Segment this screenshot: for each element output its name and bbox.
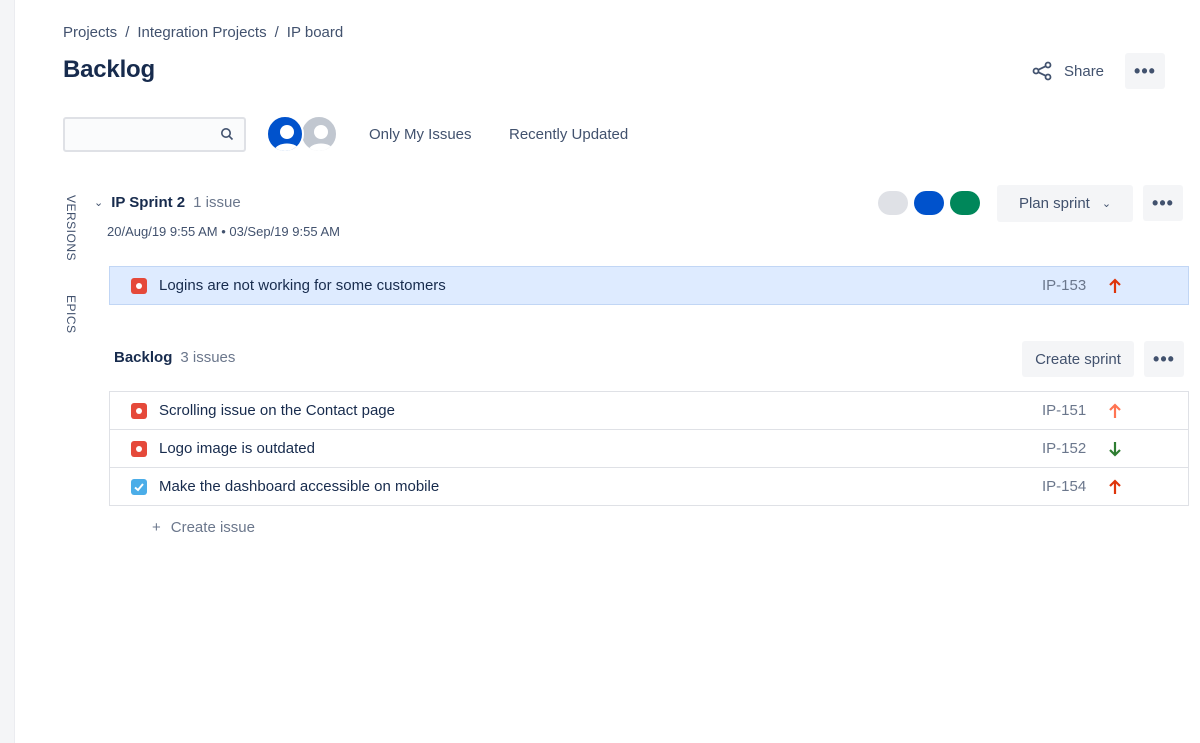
create-sprint-button[interactable]: Create sprint [1022,341,1134,377]
status-pill-done [950,191,980,215]
bug-icon [131,402,147,419]
breadcrumb-ip-board[interactable]: IP board [287,24,343,41]
user-icon [308,125,334,151]
create-issue-label: Create issue [170,519,255,536]
bug-icon [131,440,147,457]
plan-sprint-button[interactable]: Plan sprint ⌄ [997,185,1133,222]
sprint-issue-row[interactable]: Logins are not working for some customer… [109,266,1189,305]
search-icon [221,128,234,141]
issue-key[interactable]: IP-153 [1042,277,1102,294]
bug-icon [131,277,147,294]
plus-icon: + [152,519,161,536]
left-rail [0,0,15,743]
breadcrumb: Projects / Integration Projects / IP boa… [63,24,343,41]
filter-only-my-issues[interactable]: Only My Issues [369,126,472,143]
breadcrumb-separator: / [125,24,130,41]
backlog-issue-row[interactable]: Scrolling issue on the Contact page IP-1… [109,391,1189,430]
issue-key[interactable]: IP-154 [1042,478,1102,495]
priority-low-icon [1109,441,1121,457]
priority-high-icon [1109,402,1121,418]
search-field[interactable] [63,117,246,152]
user-icon [274,125,300,151]
issue-key[interactable]: IP-151 [1042,402,1102,419]
status-pill-in-progress [914,191,944,215]
avatar-unassigned[interactable] [300,115,338,153]
backlog-issue-count: 3 issues [180,349,236,366]
sprint-dates: 20/Aug/19 9:55 AM • 03/Sep/19 9:55 AM [107,224,340,239]
backlog-issue-row[interactable]: Logo image is outdated IP-152 [109,429,1189,468]
chevron-down-icon[interactable]: ⌄ [94,196,103,209]
status-pill-todo [878,191,908,215]
backlog-header: Backlog 3 issues [114,349,235,366]
breadcrumb-separator: / [274,24,279,41]
page-more-button[interactable]: ••• [1125,53,1165,89]
tab-epics[interactable]: EPICS [64,295,78,334]
search-input[interactable] [65,119,244,150]
sprint-more-button[interactable]: ••• [1143,185,1183,221]
plan-sprint-label: Plan sprint [1018,195,1090,212]
chevron-down-icon: ⌄ [1101,198,1112,210]
sprint-name: IP Sprint 2 [111,194,186,211]
issue-summary: Logo image is outdated [159,440,315,457]
breadcrumb-projects[interactable]: Projects [63,24,117,41]
tab-versions[interactable]: VERSIONS [64,195,78,261]
share-icon [1032,61,1052,81]
issue-summary: Make the dashboard accessible on mobile [159,478,440,495]
page-title: Backlog [63,56,155,83]
sprint-header: ⌄ IP Sprint 2 1 issue [94,194,241,211]
priority-highest-icon [1109,478,1121,494]
issue-summary: Scrolling issue on the Contact page [159,402,395,419]
create-issue-button[interactable]: + Create issue [152,519,255,536]
share-button[interactable]: Share [1020,53,1114,89]
priority-highest-icon [1109,277,1121,293]
backlog-label: Backlog [114,349,173,366]
backlog-more-button[interactable]: ••• [1144,341,1184,377]
breadcrumb-integration-projects[interactable]: Integration Projects [137,24,266,41]
issue-key[interactable]: IP-152 [1042,440,1102,457]
sprint-issue-count: 1 issue [193,194,241,211]
issue-summary: Logins are not working for some customer… [159,277,446,294]
backlog-issue-row[interactable]: Make the dashboard accessible on mobile … [109,467,1189,506]
task-checkbox-icon [131,478,147,495]
share-label: Share [1064,62,1105,80]
avatar-current-user[interactable] [266,115,304,153]
filter-recently-updated[interactable]: Recently Updated [509,126,628,143]
